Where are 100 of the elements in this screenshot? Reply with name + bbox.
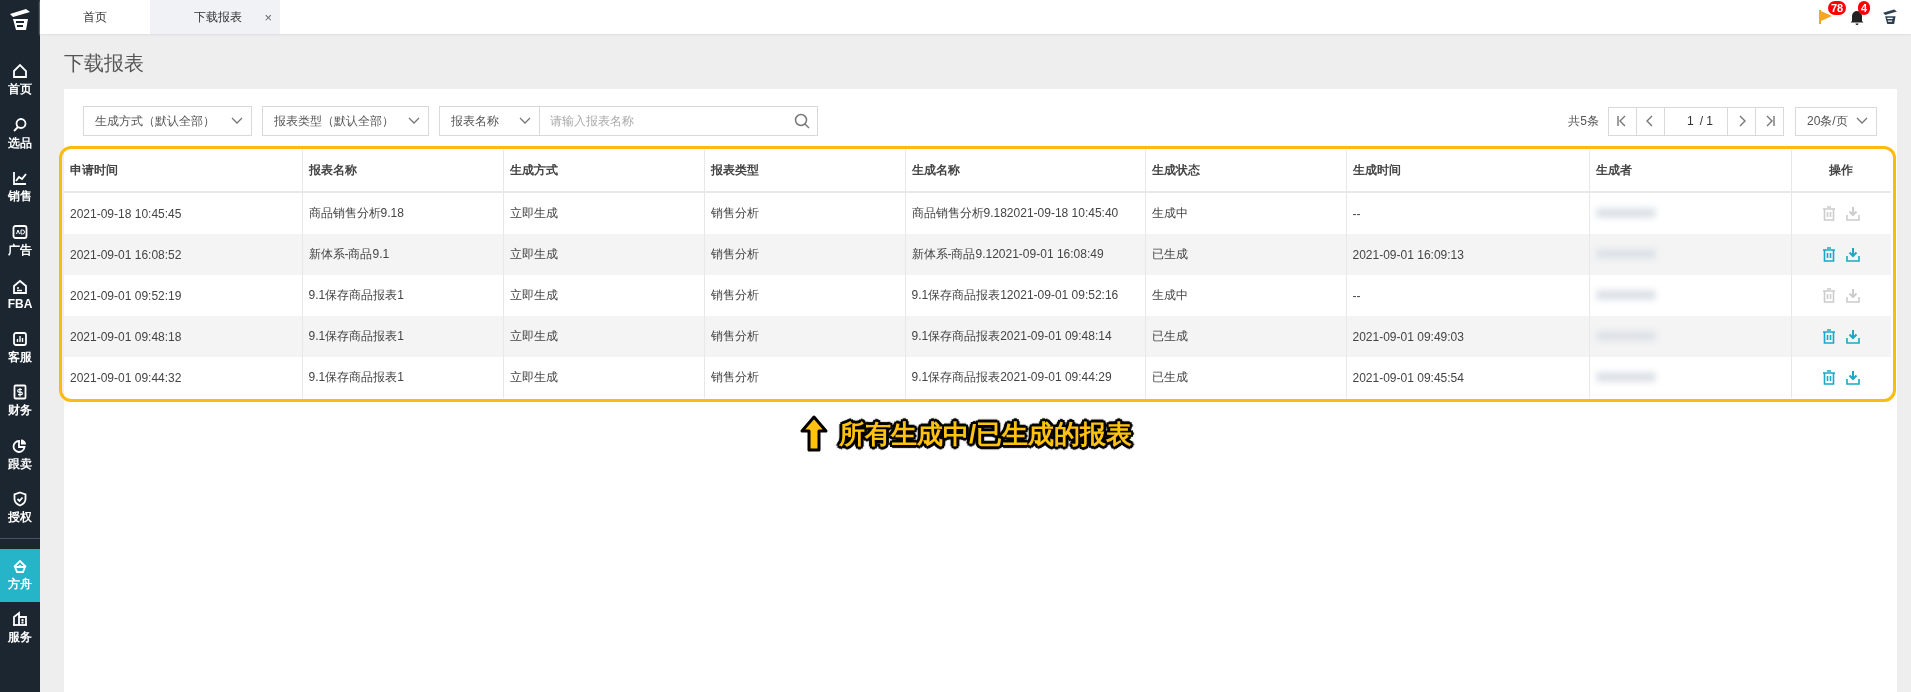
column-header: 报表名称	[302, 150, 503, 192]
first-page-button[interactable]	[1607, 106, 1637, 136]
chart-line-icon	[12, 170, 28, 187]
download-button[interactable]	[1846, 288, 1861, 303]
sidebar-item[interactable]: 跟卖	[0, 428, 40, 482]
chevron-down-icon	[231, 117, 243, 125]
sidebar-item[interactable]: 服务	[0, 602, 40, 656]
download-icon	[1846, 206, 1861, 221]
table-cell: 2021-09-01 09:48:18	[64, 316, 302, 357]
trash-icon	[1822, 247, 1837, 262]
column-header: 生成状态	[1145, 150, 1346, 192]
page-total: / 1	[1699, 114, 1713, 128]
blurred-text	[1595, 289, 1656, 300]
trash-icon	[1822, 288, 1837, 303]
arrow-up-icon	[798, 414, 829, 454]
column-header: 报表类型	[704, 150, 905, 192]
close-button[interactable]: ×	[264, 9, 272, 25]
sidebar-item[interactable]: 授权	[0, 482, 40, 536]
tab[interactable]: 首页	[40, 0, 150, 34]
table-cell: 销售分析	[704, 316, 905, 357]
chevron-down-icon	[1856, 117, 1868, 125]
table-cell: 9.1保存商品报表1	[302, 357, 503, 398]
table-cell: 销售分析	[704, 234, 905, 275]
sidebar-item[interactable]: 选品	[0, 107, 40, 161]
table-cell: 已生成	[1145, 357, 1346, 398]
download-icon	[1846, 370, 1861, 385]
column-header: 申请时间	[64, 150, 302, 192]
table-cell: 2021-09-01 09:45:54	[1346, 357, 1589, 398]
trash-icon	[1822, 370, 1837, 385]
table-cell: 2021-09-01 09:49:03	[1346, 316, 1589, 357]
bar-chart-icon	[12, 330, 28, 347]
page-size-dropdown[interactable]: 20条/页	[1795, 106, 1877, 136]
notification-badge: 78	[1828, 1, 1847, 15]
table-cell: 新体系-商品9.1	[302, 234, 503, 275]
blurred-text	[1595, 371, 1656, 382]
table-cell: 已生成	[1145, 316, 1346, 357]
download-icon	[1846, 288, 1861, 303]
table-cell: 新体系-商品9.12021-09-01 16:08:49	[905, 234, 1145, 275]
building-icon	[12, 278, 28, 295]
sidebar-item[interactable]: 首页	[0, 54, 40, 108]
download-icon	[1846, 247, 1861, 262]
download-icon	[1846, 329, 1861, 344]
column-header: 操作	[1791, 150, 1891, 192]
sidebar-item[interactable]: 广告	[0, 214, 40, 268]
table-cell: 2021-09-01 16:09:13	[1346, 234, 1589, 275]
trash-icon	[1822, 329, 1837, 344]
office-building-icon	[12, 611, 28, 628]
table-cell: 9.1保存商品报表2021-09-01 09:48:14	[905, 316, 1145, 357]
delete-button[interactable]	[1822, 370, 1837, 385]
trash-icon	[1822, 206, 1837, 221]
avatar-icon[interactable]	[1881, 8, 1899, 26]
download-button[interactable]	[1846, 329, 1861, 344]
previous-page-button[interactable]	[1635, 106, 1665, 136]
table-cell: 2021-09-01 09:44:32	[64, 357, 302, 398]
dropdown[interactable]: 报表名称	[439, 106, 540, 136]
next-page-button[interactable]	[1727, 106, 1756, 136]
table-cell: 立即生成	[503, 316, 704, 357]
total-count: 共5条	[1568, 112, 1599, 130]
flag-icon[interactable]	[1819, 9, 1833, 25]
page-title: 下载报表	[64, 51, 145, 76]
column-header: 生成时间	[1346, 150, 1589, 192]
dropdown[interactable]: 生成方式（默认全部）	[83, 106, 252, 136]
table-cell: 立即生成	[503, 234, 704, 275]
shield-icon	[12, 491, 28, 508]
dropdown[interactable]: 报表类型（默认全部）	[262, 106, 429, 136]
table-cell: 9.1保存商品报表2021-09-01 09:44:29	[905, 357, 1145, 398]
column-header: 生成方式	[503, 150, 704, 192]
search-field[interactable]: 请输入报表名称	[540, 106, 818, 136]
sidebar-item[interactable]: FBA	[0, 268, 40, 322]
search-icon[interactable]	[794, 113, 810, 129]
column-header: 生成者	[1589, 150, 1791, 192]
table-cell: 销售分析	[704, 357, 905, 398]
notification-badge: 4	[1858, 1, 1871, 15]
table-cell: 2021-09-01 16:08:52	[64, 234, 302, 275]
chevron-down-icon	[408, 117, 420, 125]
delete-button[interactable]	[1822, 288, 1837, 303]
home-icon	[12, 63, 28, 80]
delete-button[interactable]	[1822, 206, 1837, 221]
page-number: 1	[1686, 114, 1694, 128]
dollar-icon	[12, 384, 28, 401]
delete-button[interactable]	[1822, 329, 1837, 344]
tab[interactable]: 下载报表 ×	[150, 0, 280, 34]
chevron-down-icon	[519, 117, 531, 125]
ad-icon	[12, 223, 28, 240]
annotation-text: 所有生成中/已生成的报表	[838, 417, 1133, 451]
download-button[interactable]	[1846, 206, 1861, 221]
sidebar-item[interactable]: 客服	[0, 321, 40, 375]
last-page-button[interactable]	[1755, 106, 1784, 136]
ark-icon	[12, 557, 28, 574]
delete-button[interactable]	[1822, 247, 1837, 262]
pie-chart-icon	[12, 437, 28, 454]
column-header: 生成名称	[905, 150, 1145, 192]
download-button[interactable]	[1846, 247, 1861, 262]
download-button[interactable]	[1846, 370, 1861, 385]
table-cell: 立即生成	[503, 357, 704, 398]
search-icon	[12, 116, 28, 133]
blurred-text	[1595, 207, 1656, 218]
sidebar-item[interactable]: 财务	[0, 375, 40, 429]
sidebar-item[interactable]: 销售	[0, 161, 40, 215]
table-cell: 9.1保存商品报表1	[302, 316, 503, 357]
